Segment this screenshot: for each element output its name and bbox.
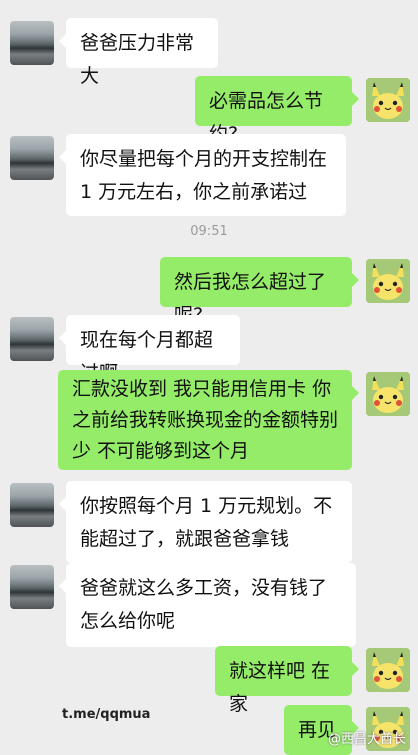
message-row: 你按照每个月 1 万元规划。不能超过了，就跟爸爸拿钱	[0, 481, 418, 563]
message-bubble[interactable]: 就这样吧 在家	[215, 646, 359, 715]
pikachu-icon	[366, 372, 410, 416]
source-label: t.me/qqmua	[62, 707, 151, 722]
father-avatar[interactable]	[10, 483, 54, 527]
pikachu-avatar[interactable]	[366, 78, 410, 122]
message-row: 就这样吧 在家	[0, 646, 418, 715]
message-bubble[interactable]: 爸爸就这么多工资，没有钱了怎么给你呢	[59, 563, 356, 647]
father-avatar[interactable]	[10, 21, 54, 65]
message-row: 爸爸压力非常大	[0, 18, 418, 87]
father-avatar[interactable]	[10, 565, 54, 609]
pikachu-icon	[366, 259, 410, 303]
father-avatar[interactable]	[10, 136, 54, 180]
message-bubble[interactable]: 必需品怎么节约?	[195, 76, 359, 145]
pikachu-icon	[366, 648, 410, 692]
watermark: @西昌大酋长	[327, 732, 406, 747]
message-bubble[interactable]: 现在每个月都超过啊	[59, 315, 240, 384]
message-bubble[interactable]: 然后我怎么超过了呢?	[160, 257, 359, 326]
message-bubble[interactable]: 你按照每个月 1 万元规划。不能超过了，就跟爸爸拿钱	[59, 481, 352, 563]
message-row: 必需品怎么节约?	[0, 76, 418, 145]
pikachu-avatar[interactable]	[366, 372, 410, 416]
message-bubble[interactable]: 爸爸压力非常大	[59, 18, 218, 87]
father-avatar[interactable]	[10, 317, 54, 361]
message-row: 现在每个月都超过啊	[0, 315, 418, 384]
message-row: 汇款没收到 我只能用信用卡 你之前给我转账换现金的金额特别少 不可能够到这个月	[0, 370, 418, 470]
message-row: 你尽量把每个月的开支控制在 1 万元左右，你之前承诺过	[0, 134, 418, 216]
pikachu-icon	[366, 78, 410, 122]
timestamp: 09:51	[190, 224, 228, 239]
message-bubble[interactable]: 你尽量把每个月的开支控制在 1 万元左右，你之前承诺过	[59, 134, 346, 216]
message-row: 然后我怎么超过了呢?	[0, 257, 418, 326]
pikachu-avatar[interactable]	[366, 648, 410, 692]
message-bubble[interactable]: 汇款没收到 我只能用信用卡 你之前给我转账换现金的金额特别少 不可能够到这个月	[58, 370, 359, 470]
pikachu-avatar[interactable]	[366, 259, 410, 303]
message-row: 爸爸就这么多工资，没有钱了怎么给你呢	[0, 563, 418, 647]
